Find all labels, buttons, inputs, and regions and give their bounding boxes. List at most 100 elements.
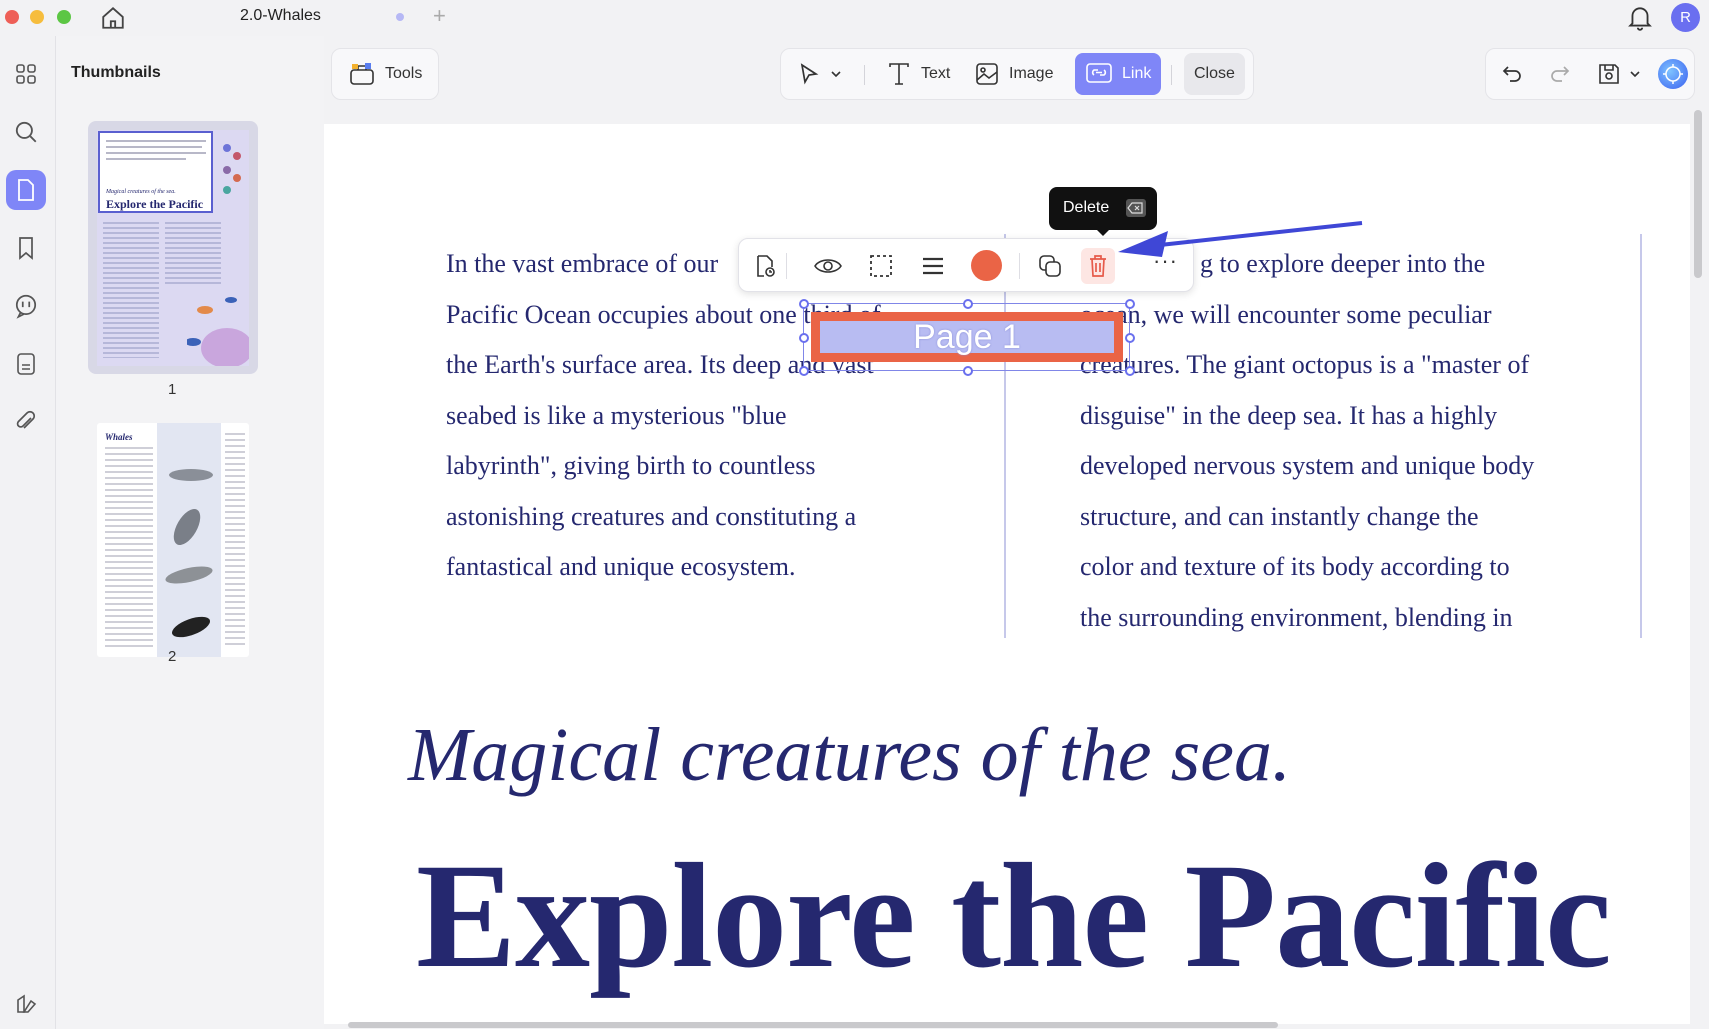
document-title: Explore the Pacific — [416, 833, 1612, 999]
thumbnail-coral-art — [221, 140, 243, 200]
minimize-window-button[interactable] — [30, 10, 44, 24]
line-weight-icon[interactable] — [920, 253, 946, 279]
thumbnail2-text-column-1 — [105, 447, 153, 647]
tools-group: Tools — [331, 48, 439, 100]
bell-icon[interactable] — [1627, 4, 1653, 32]
tools-label: Tools — [385, 65, 423, 82]
text-line: creatures. The giant octopus is a "maste… — [1080, 350, 1530, 379]
link-tool-label: Link — [1122, 65, 1152, 82]
page-thumbnail-1[interactable]: Magical creatures of the sea. Explore th… — [88, 121, 258, 374]
resize-handle[interactable] — [1125, 366, 1135, 376]
duplicate-icon[interactable] — [1037, 253, 1063, 279]
thumbnail-subtitle: Magical creatures of the sea. — [106, 189, 176, 195]
thumbnails-panel: Thumbnails Magical creatures of the sea.… — [56, 36, 324, 1029]
home-icon[interactable] — [100, 5, 126, 31]
text-line: fantastical and unique ecosystem. — [446, 552, 796, 581]
page-number-2: 2 — [168, 648, 177, 665]
search-icon[interactable] — [6, 112, 46, 152]
thumbnail2-title: Whales — [105, 432, 133, 442]
image-tool-label: Image — [1009, 65, 1054, 82]
chevron-down-icon[interactable] — [1629, 68, 1641, 80]
panel-title: Thumbnails — [71, 64, 161, 81]
vertical-scrollbar[interactable] — [1694, 110, 1702, 278]
thumbnail-text-column-2 — [165, 222, 221, 286]
link-target-icon[interactable] — [752, 253, 778, 279]
comment-icon[interactable] — [6, 286, 46, 326]
resize-handle[interactable] — [1125, 299, 1135, 309]
thumbnail-title: Explore the Pacific — [106, 197, 204, 211]
thumbnail2-whales-strip — [157, 423, 221, 657]
toolbar-divider — [864, 65, 865, 85]
tab-title[interactable]: 2.0-Whales — [240, 7, 321, 25]
horizontal-scrollbar[interactable] — [348, 1022, 1278, 1028]
resize-handle[interactable] — [1125, 333, 1135, 343]
close-window-button[interactable] — [5, 10, 19, 24]
close-button[interactable]: Close — [1184, 53, 1245, 95]
visibility-eye-icon[interactable] — [813, 253, 843, 279]
title-bar: 2.0-Whales + R — [0, 0, 1709, 36]
resize-handle[interactable] — [799, 299, 809, 309]
text-line: seabed is like a mysterious "blue — [446, 400, 787, 430]
resize-handle[interactable] — [799, 333, 809, 343]
save-icon[interactable] — [1596, 61, 1622, 87]
link-label: Page 1 — [913, 318, 1021, 356]
popup-divider — [786, 253, 787, 279]
cursor-icon — [800, 63, 819, 85]
undo-icon[interactable] — [1500, 62, 1524, 86]
resize-handle[interactable] — [963, 299, 973, 309]
border-style-icon[interactable] — [868, 253, 894, 279]
right-toolbar — [1485, 48, 1695, 100]
text-tool-button[interactable]: Text — [876, 53, 960, 95]
thumbnail-page-image: Magical creatures of the sea. Explore th… — [97, 130, 249, 366]
text-line: labyrinth", giving birth to countless — [446, 451, 816, 480]
pages-thumbnail-icon[interactable] — [6, 170, 46, 210]
apps-grid-icon[interactable] — [6, 54, 46, 94]
chevron-down-icon — [831, 71, 841, 78]
ai-assistant-icon[interactable] — [1658, 59, 1688, 89]
document-subtitle: Magical creatures of the sea. — [408, 713, 1291, 797]
tools-button[interactable]: Tools — [338, 53, 432, 95]
popup-divider — [1019, 253, 1020, 279]
tooltip-label: Delete — [1063, 199, 1110, 216]
thumbnail-text-column-1 — [103, 222, 159, 358]
maximize-window-button[interactable] — [57, 10, 71, 24]
text-line: astonishing creatures and constituting a — [446, 501, 857, 531]
text-column-1: In the vast embrace of our Pacific Ocean… — [446, 239, 881, 593]
form-icon[interactable] — [6, 344, 46, 384]
text-line: structure, and can instantly change the — [1080, 501, 1479, 531]
text-tool-label: Text — [921, 65, 951, 82]
layers-icon[interactable] — [6, 984, 46, 1024]
text-line: developed nervous system and unique body — [1080, 451, 1535, 480]
text-line: color and texture of its body according … — [1080, 552, 1510, 581]
bookmark-icon[interactable] — [6, 228, 46, 268]
thumbnail-reef-art — [187, 290, 249, 366]
pointer-arrow-annotation — [1110, 215, 1370, 265]
resize-handle[interactable] — [963, 366, 973, 376]
attachment-icon[interactable] — [6, 402, 46, 442]
column-border — [1640, 234, 1642, 638]
link-selection-frame[interactable]: Page 1 — [799, 299, 1135, 376]
tooltip-pointer — [1096, 229, 1110, 236]
column-divider — [1004, 234, 1006, 638]
toolbar-divider — [1171, 65, 1172, 85]
thumbnail-cover-box: Magical creatures of the sea. Explore th… — [98, 131, 213, 213]
close-label: Close — [1194, 65, 1235, 82]
link-icon — [1086, 63, 1112, 83]
text-line: disguise" in the deep sea. It has a high… — [1080, 400, 1498, 430]
page-number-1: 1 — [168, 381, 177, 398]
user-avatar[interactable]: R — [1671, 3, 1700, 32]
new-tab-icon[interactable]: + — [433, 3, 446, 29]
color-swatch-button[interactable] — [971, 250, 1002, 281]
text-column-2: g to explore deeper into the ocean, we w… — [1080, 239, 1534, 643]
resize-handle[interactable] — [799, 366, 809, 376]
link-tool-button[interactable]: Link — [1075, 53, 1162, 95]
redo-icon[interactable] — [1548, 62, 1572, 86]
image-icon — [976, 63, 998, 85]
thumbnail2-text-column-2 — [225, 433, 245, 647]
toolbox-icon — [350, 63, 374, 85]
text-line: ocean, we will encounter some peculiar — [1080, 299, 1492, 329]
link-annotation-box[interactable]: Page 1 — [811, 312, 1123, 362]
select-tool-button[interactable] — [787, 53, 852, 95]
page-thumbnail-2[interactable]: Whales — [97, 423, 249, 657]
image-tool-button[interactable]: Image — [964, 53, 1063, 95]
